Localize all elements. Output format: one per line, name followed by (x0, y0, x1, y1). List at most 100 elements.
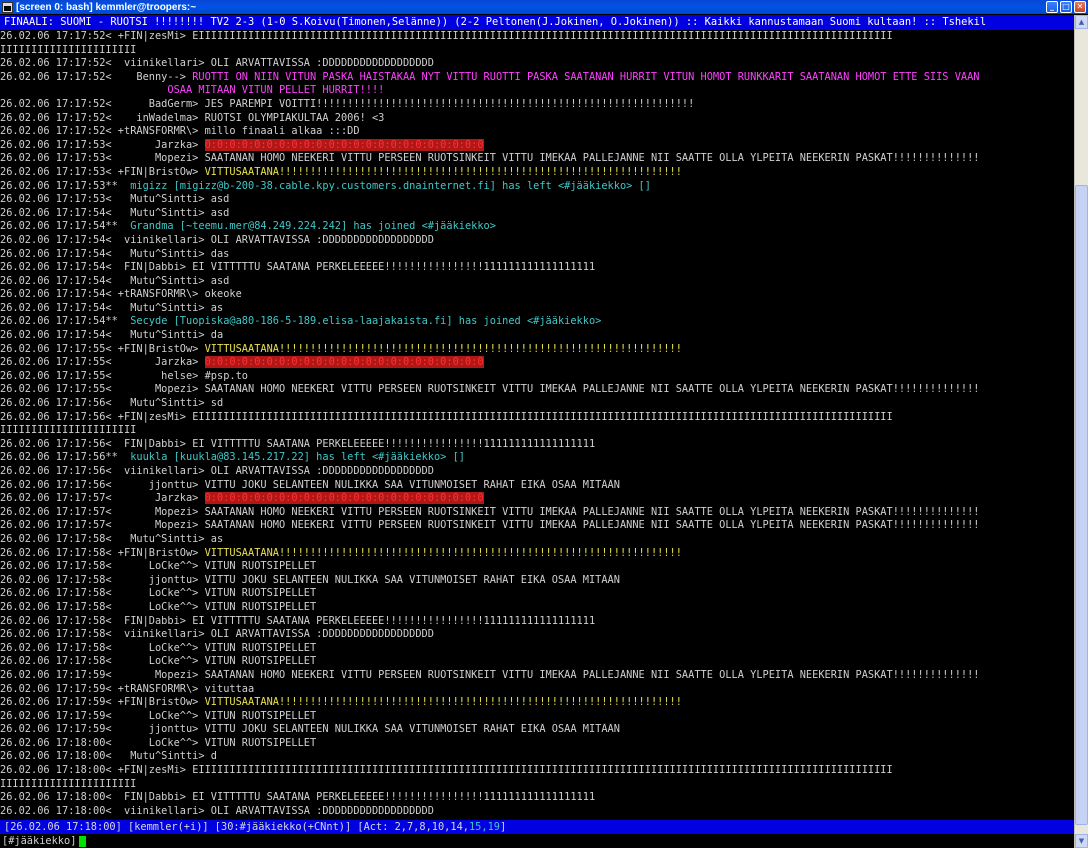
line-timestamp: 26.02.06 17:17:53 (0, 152, 106, 165)
line-message: SAATANAN HOMO NEEKERI VITTU PERSEEN RUOT… (204, 505, 980, 518)
line-message: OSAA MITAAN VITUN PELLET HURRIT!!!! (167, 84, 385, 97)
chat-line: 26.02.06 17:17:54< Mutu^Sintti> das (0, 248, 1074, 262)
line-nick: < LoCke^^> (105, 709, 205, 722)
chat-line: 26.02.06 17:17:54** Grandma [~teemu.mer@… (0, 220, 1074, 234)
line-timestamp: 26.02.06 17:17:58 (0, 560, 106, 573)
line-message: migizz [migizz@b-200-38.cable.kpy.custom… (130, 179, 651, 192)
line-message: EI VITTTTTU SAATANA PERKELEEEEE!!!!!!!!!… (192, 437, 596, 450)
line-message: d (210, 750, 217, 763)
chat-line: 26.02.06 17:17:59< +FIN|BristOw> VITTUSA… (0, 696, 1074, 710)
line-message: IIIIIIIIIIIIIIIIIIIIII (0, 424, 137, 437)
chat-line: 26.02.06 17:17:54< +tRANSFORMR\> okeoke (0, 288, 1074, 302)
chat-line: 26.02.06 17:17:52< +FIN|zesMi> EIIIIIIII… (0, 30, 1074, 44)
chat-line: 26.02.06 17:17:57< Jarzka> 0:0:0:0:0:0:0… (0, 492, 1074, 506)
chat-line: 26.02.06 17:17:58< LoCke^^> VITUN RUOTSI… (0, 655, 1074, 669)
line-timestamp: 26.02.06 17:17:54 (0, 315, 106, 328)
vertical-scrollbar[interactable]: ▲ ▼ (1074, 15, 1088, 848)
line-timestamp: 26.02.06 17:17:55 (0, 342, 106, 355)
line-timestamp: 26.02.06 17:17:56 (0, 478, 106, 491)
line-nick: < +FIN|BristOw> (105, 546, 205, 559)
status-activity-end: ] (499, 821, 507, 833)
line-nick: < Mopezi> (105, 505, 205, 518)
line-timestamp: 26.02.06 17:17:54 (0, 288, 106, 301)
line-nick: < Mutu^Sintti> (105, 247, 211, 260)
chat-line: OSAA MITAAN VITUN PELLET HURRIT!!!! (0, 84, 1074, 98)
line-message: asd (210, 193, 230, 206)
line-message: as (210, 301, 224, 314)
line-timestamp: 26.02.06 17:17:53 (0, 165, 106, 178)
input-prompt: [#jääkiekko] (2, 835, 77, 847)
window-title: [screen 0: bash] kemmler@troopers:~ (16, 1, 197, 13)
chat-line: 26.02.06 17:17:54** Secyde [Tuopiska@a80… (0, 315, 1074, 329)
line-message: EIIIIIIIIIIIIIIIIIIIIIIIIIIIIIIIIIIIIIII… (192, 30, 893, 42)
minimize-button[interactable]: _ (1046, 1, 1058, 13)
chat-line: IIIIIIIIIIIIIIIIIIIIII (0, 44, 1074, 58)
line-timestamp: 26.02.06 17:17:59 (0, 668, 106, 681)
chat-line: 26.02.06 17:18:00< LoCke^^> VITUN RUOTSI… (0, 737, 1074, 751)
line-nick: < Jarzka> (105, 138, 205, 151)
line-message: RUOTSI OLYMPIAKULTAA 2006! <3 (204, 111, 385, 124)
line-timestamp: 26.02.06 17:17:58 (0, 600, 106, 613)
scrollbar-thumb[interactable] (1075, 185, 1088, 825)
line-timestamp: 26.02.06 17:17:58 (0, 573, 106, 586)
scroll-up-button[interactable]: ▲ (1075, 15, 1088, 29)
line-timestamp: 26.02.06 17:17:54 (0, 220, 106, 233)
line-nick: ** (105, 220, 131, 233)
line-message: VITUN RUOTSIPELLET (204, 560, 317, 573)
line-message: okeoke (204, 288, 242, 301)
line-timestamp: 26.02.06 17:17:56 (0, 397, 106, 410)
chat-line: 26.02.06 17:17:53< Mutu^Sintti> asd (0, 193, 1074, 207)
maximize-button[interactable]: □ (1060, 1, 1072, 13)
line-timestamp: 26.02.06 17:17:52 (0, 70, 106, 83)
line-timestamp: 26.02.06 17:18:00 (0, 750, 106, 763)
putty-terminal-icon[interactable] (2, 1, 13, 13)
line-nick: < Mutu^Sintti> (105, 193, 211, 206)
input-line[interactable]: [#jääkiekko] (0, 834, 1074, 848)
chat-line: 26.02.06 17:17:58< Mutu^Sintti> as (0, 533, 1074, 547)
status-user: [kemmler(+i)] (128, 821, 209, 833)
line-timestamp: 26.02.06 17:17:54 (0, 301, 106, 314)
line-nick: < jjonttu> (105, 723, 205, 736)
line-timestamp: 26.02.06 17:17:53 (0, 138, 106, 151)
line-timestamp: 26.02.06 17:17:57 (0, 519, 106, 532)
line-nick: < FIN|Dabbi> (105, 261, 193, 274)
line-message: SAATANAN HOMO NEEKERI VITTU PERSEEN RUOT… (204, 152, 980, 165)
line-nick: < Jarzka> (105, 492, 205, 505)
chat-line: 26.02.06 17:17:56< FIN|Dabbi> EI VITTTTT… (0, 438, 1074, 452)
line-message: EI VITTTTTU SAATANA PERKELEEEEE!!!!!!!!!… (192, 614, 596, 627)
chat-line: 26.02.06 17:18:00< +FIN|zesMi> EIIIIIIII… (0, 764, 1074, 778)
line-message: as (210, 532, 224, 545)
status-activity: [Act: 2,7,8,10,14, (357, 821, 469, 833)
line-message: 0:0:0:0:0:0:0:0:0:0:0:0:0:0:0:0:0:0:0:0:… (204, 356, 484, 369)
line-timestamp: 26.02.06 17:17:52 (0, 30, 106, 42)
chat-line: 26.02.06 17:17:58< FIN|Dabbi> EI VITTTTT… (0, 615, 1074, 629)
line-nick: < +FIN|BristOw> (105, 696, 205, 709)
scroll-down-button[interactable]: ▼ (1075, 834, 1088, 848)
line-message: EIIIIIIIIIIIIIIIIIIIIIIIIIIIIIIIIIIIIIII… (192, 764, 893, 777)
line-nick: < LoCke^^> (105, 736, 205, 749)
line-timestamp: 26.02.06 17:17:54 (0, 206, 106, 219)
chat-line: 26.02.06 17:17:58< LoCke^^> VITUN RUOTSI… (0, 601, 1074, 615)
line-message: OLI ARVATTAVISSA :DDDDDDDDDDDDDDDDDD (210, 804, 434, 817)
chat-line: 26.02.06 17:17:53** migizz [migizz@b-200… (0, 180, 1074, 194)
line-nick: < Mutu^Sintti> (105, 274, 211, 287)
line-timestamp: 26.02.06 17:17:52 (0, 111, 106, 124)
line-nick: < Mutu^Sintti> (105, 397, 211, 410)
close-button[interactable]: ✕ (1074, 1, 1086, 13)
line-timestamp: 26.02.06 17:18:00 (0, 736, 106, 749)
line-message: VITUN RUOTSIPELLET (204, 600, 317, 613)
chat-line: 26.02.06 17:17:54< viinikellari> OLI ARV… (0, 234, 1074, 248)
window-titlebar[interactable]: [screen 0: bash] kemmler@troopers:~ _ □ … (0, 0, 1088, 14)
line-message: #psp.to (204, 369, 248, 382)
chat-line: 26.02.06 17:17:54< FIN|Dabbi> EI VITTTTT… (0, 261, 1074, 275)
line-timestamp: 26.02.06 17:17:56 (0, 410, 106, 423)
chat-line: 26.02.06 17:17:53< +FIN|BristOw> VITTUSA… (0, 166, 1074, 180)
line-message: VITTU JOKU SELÄNTEEN NULIKKA SAA VITUNMO… (204, 573, 620, 586)
line-nick: < viinikellari> (105, 233, 211, 246)
line-nick: < Mutu^Sintti> (105, 329, 211, 342)
chat-line: 26.02.06 17:17:56< viinikellari> OLI ARV… (0, 465, 1074, 479)
line-nick: < +FIN|zesMi> (105, 30, 193, 42)
line-timestamp: 26.02.06 17:17:54 (0, 233, 106, 246)
line-message: JES PAREMPI VOITTI!!!!!!!!!!!!!!!!!!!!!!… (204, 97, 695, 110)
line-message: RUOTTI ON NIIN VITUN PASKA HAISTAKAA NYT… (192, 70, 980, 83)
